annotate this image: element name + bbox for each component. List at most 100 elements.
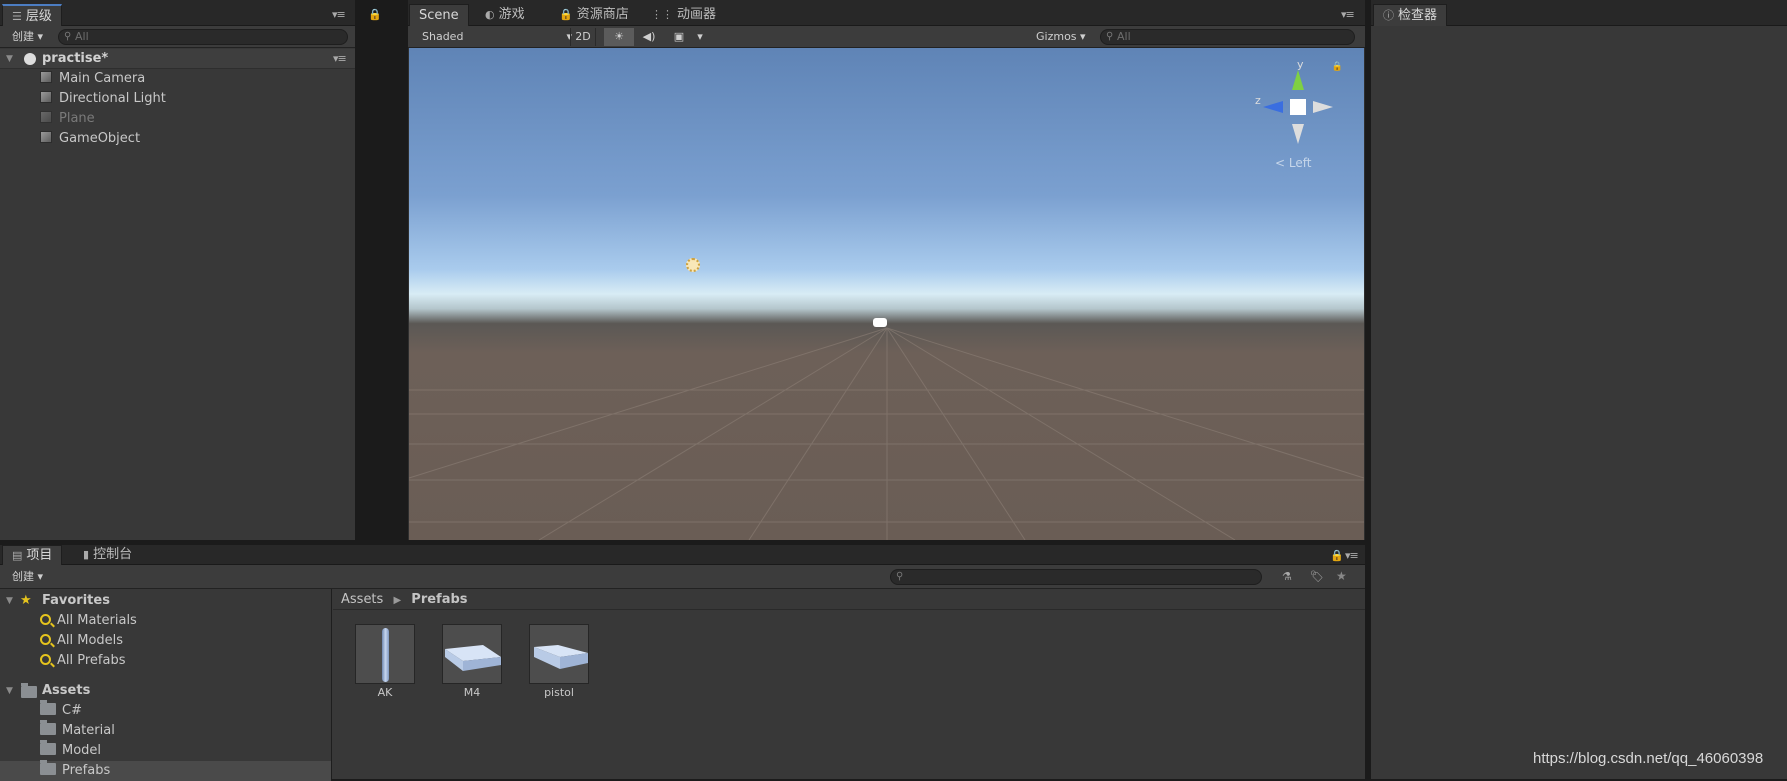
filter-type-icon[interactable]: ⚗ [1282,570,1292,583]
tab-hierarchy-label: 层级 [25,9,52,24]
unity-scene-icon [24,53,36,65]
list-icon: ☰ [12,10,22,23]
breadcrumb-assets[interactable]: Assets [341,592,383,607]
asset-folder-selected[interactable]: Prefabs [0,760,331,781]
expand-triangle-icon[interactable]: ▼ [6,681,13,701]
search-icon: ⚲ [64,31,72,42]
expand-triangle-icon[interactable]: ▼ [6,49,13,69]
shading-dropdown[interactable]: Shaded ▾ [422,29,572,45]
tab-hierarchy[interactable]: ☰ 层级 [2,4,62,26]
shading-label: Shaded [422,30,464,43]
game-icon: ◐ [485,8,495,21]
hierarchy-item[interactable]: Main Camera [0,69,355,89]
search-icon [40,614,51,625]
store-icon: 🔒 [559,8,573,21]
tab-project[interactable]: ▤ 项目 [2,545,63,565]
effects-toggle-button[interactable]: ▣ [664,28,694,46]
lock-icon[interactable]: 🔒 [1332,62,1343,72]
animator-icon: ⋮⋮ [651,8,673,21]
favorites-label: Favorites [42,593,110,608]
favorite-label: All Materials [57,613,137,628]
assets-row[interactable]: ▼ Assets [0,681,331,701]
item-label: Plane [59,111,95,126]
hierarchy-search-input[interactable]: ⚲ All [58,29,348,45]
create-label: 创建 [12,570,34,583]
scene-tabbar: Scene ◐ 游戏 🔒 资源商店 ⋮⋮ 动画器 ▾≡ [408,0,1365,26]
gizmos-dropdown[interactable]: Gizmos ▾ [1036,29,1086,45]
tab-project-label: 项目 [26,548,53,563]
watermark: https://blog.csdn.net/qq_46060398 [1533,750,1764,767]
tab-game-label: 游戏 [498,7,525,22]
inspector-tabbar: ⓘ 检查器 [1371,0,1787,26]
folder-label: Material [62,723,115,738]
breadcrumb-prefabs[interactable]: Prefabs [411,592,467,607]
prefab-thumbnail-ak[interactable] [355,624,415,684]
prefab-label: AK [377,686,393,699]
scene-viewport[interactable]: y z 🔒 < Left [409,48,1364,540]
folder-icon [40,740,56,755]
create-dropdown[interactable]: 创建 ▾ [12,569,43,585]
lock-icon[interactable]: 🔒 [1330,549,1344,562]
create-dropdown[interactable]: 创建 ▾ [12,29,43,45]
scene-name: practise* [42,51,109,66]
favorites-row[interactable]: ▼ ★ Favorites [0,591,331,611]
star-icon: ★ [20,593,32,608]
prefab-label: M4 [463,686,481,699]
tab-console[interactable]: ▮ 控制台 [74,545,141,565]
effects-dropdown-button[interactable]: ▾ [694,28,706,46]
audio-toggle-button[interactable]: ◀) [634,28,664,46]
tab-animator-label: 动画器 [677,7,717,22]
favorite-item[interactable]: All Materials [0,611,331,631]
tab-scene[interactable]: Scene [409,4,469,26]
tab-game[interactable]: ◐ 游戏 [476,4,534,26]
lock-icon[interactable]: 🔒 [368,8,382,21]
view-label: < Left [1275,156,1312,170]
favorite-item[interactable]: All Models [0,631,331,651]
asset-folder[interactable]: C# [0,700,331,721]
item-label: GameObject [59,131,141,146]
orientation-gizmo[interactable]: y z 🔒 < Left [1255,58,1345,178]
tab-inspector[interactable]: ⓘ 检查器 [1373,4,1448,26]
hierarchy-item[interactable]: Directional Light [0,89,355,109]
favorite-item[interactable]: All Prefabs [0,651,331,671]
hierarchy-panel: ☰ 层级 🔒 ▾≡ 创建 ▾ ⚲ All ▼ practise* ▾≡ Main C… [0,0,382,540]
tab-scene-label: Scene [419,8,459,23]
tab-inspector-label: 检查器 [1398,8,1438,23]
speaker-icon: ◀) [642,30,656,43]
tab-animator[interactable]: ⋮⋮ 动画器 [642,4,725,26]
gizmos-label: Gizmos [1036,30,1077,43]
folder-icon [40,760,56,775]
scene-menu-icon[interactable]: ▾≡ [333,49,347,69]
filter-label-icon[interactable]: 🏷 [1310,570,1324,583]
favorite-label: All Prefabs [57,653,126,668]
search-icon: ⚲ [896,571,904,582]
scene-search-input[interactable]: ⚲ All [1100,29,1355,45]
asset-folder[interactable]: Model [0,740,331,761]
scene-row[interactable]: ▼ practise* ▾≡ [0,49,355,69]
panel-menu-icon[interactable]: ▾≡ [1341,8,1355,21]
lighting-toggle-button[interactable]: ☀ [604,28,634,46]
prefab-thumbnail-pistol[interactable] [529,624,589,684]
search-placeholder: All [1117,30,1131,43]
toggle-2d-button[interactable]: 2D [570,28,596,46]
hierarchy-item[interactable]: Plane [0,109,355,129]
chevron-down-icon: ▾ [697,30,703,43]
asset-folder[interactable]: Material [0,720,331,741]
scene-panel: Scene ◐ 游戏 🔒 资源商店 ⋮⋮ 动画器 ▾≡ Shaded ▾ 2D ☀ ◀)… [408,0,1365,540]
folder-icon [40,720,56,735]
folder-label: Prefabs [62,763,111,778]
project-search-input[interactable]: ⚲ [890,569,1262,585]
expand-triangle-icon[interactable]: ▼ [6,591,13,611]
tab-asset-store[interactable]: 🔒 资源商店 [550,4,638,26]
star-icon[interactable]: ★ [1336,569,1347,583]
hierarchy-item[interactable]: GameObject [0,129,355,149]
sun-icon: ☀ [614,30,624,43]
folder-icon: ▤ [12,549,23,562]
panel-menu-icon[interactable]: ▾≡ [1345,549,1359,562]
sun-icon[interactable] [686,258,700,272]
folder-icon [21,683,37,698]
camera-icon[interactable] [873,318,887,327]
folder-icon [40,700,56,715]
prefab-thumbnail-m4[interactable] [442,624,502,684]
panel-menu-icon[interactable]: ▾≡ [332,8,346,21]
